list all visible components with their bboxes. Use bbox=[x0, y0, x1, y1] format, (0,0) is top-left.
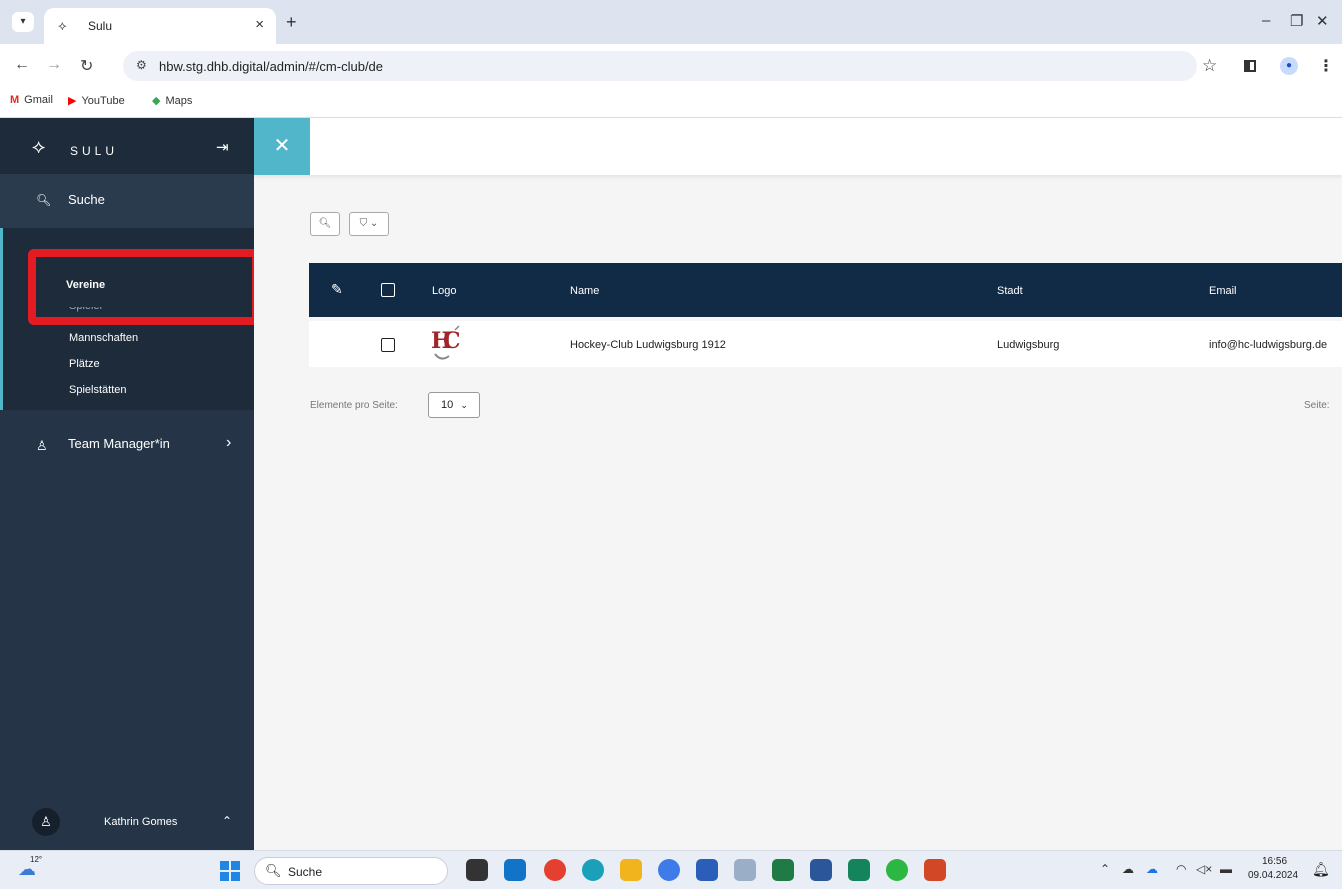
table-header: ✎ Logo Name Stadt Email bbox=[309, 263, 1342, 317]
youtube-icon: ▶ bbox=[68, 95, 77, 107]
onedrive-icon[interactable]: ☁ bbox=[1122, 862, 1134, 876]
store-icon[interactable] bbox=[696, 859, 718, 881]
window-close-icon[interactable]: ✕ bbox=[1316, 12, 1329, 30]
close-button[interactable]: ✕ bbox=[254, 118, 310, 175]
edge-icon[interactable] bbox=[582, 859, 604, 881]
reload-icon[interactable]: ↻ bbox=[80, 56, 93, 76]
club-name: Hockey-Club Ludwigsburg 1912 bbox=[570, 339, 726, 351]
chevron-up-icon[interactable]: ⌃ bbox=[222, 814, 232, 828]
back-icon[interactable]: ← bbox=[14, 56, 30, 74]
cloud-icon[interactable]: ☁ bbox=[1146, 862, 1158, 876]
new-tab-button[interactable]: + bbox=[286, 12, 297, 33]
tab-list-button[interactable]: ▾ bbox=[12, 12, 34, 32]
club-logo-image: H C bbox=[431, 325, 461, 360]
club-city: Ludwigsburg bbox=[997, 339, 1060, 351]
powerpoint-icon[interactable] bbox=[924, 859, 946, 881]
edit-pencil-icon[interactable]: ✎ bbox=[331, 281, 343, 298]
column-logo[interactable]: Logo bbox=[432, 285, 456, 297]
sidebar-item-team-manager[interactable]: Team Manager*in bbox=[68, 436, 170, 451]
weather-temp: 12° bbox=[30, 855, 43, 864]
sidebar-item-mannschaften[interactable]: Mannschaften bbox=[69, 332, 138, 344]
search-icon: 🔍︎ bbox=[36, 193, 52, 207]
profile-icon[interactable]: ● bbox=[1280, 57, 1298, 75]
file-explorer-icon[interactable] bbox=[620, 859, 642, 881]
filter-button[interactable]: ⛉ ⌄ bbox=[349, 212, 389, 236]
sulu-favicon-icon: ⟡ bbox=[58, 18, 67, 33]
outlook-icon[interactable] bbox=[504, 859, 526, 881]
column-name[interactable]: Name bbox=[570, 285, 599, 297]
search-label: Suche bbox=[68, 192, 105, 207]
browser-menu-icon[interactable]: ⋮ bbox=[1318, 56, 1334, 76]
search-icon: 🔍︎ bbox=[265, 863, 282, 878]
club-email: info@hc-ludwigsburg.de bbox=[1209, 339, 1328, 351]
chrome-icon[interactable] bbox=[544, 859, 566, 881]
chevron-right-icon[interactable]: › bbox=[226, 434, 231, 452]
url-field[interactable]: ⚙ hbw.stg.dhb.digital/admin/#/cm-club/de bbox=[123, 51, 1197, 81]
user-name: Kathrin Gomes bbox=[104, 816, 178, 828]
per-page-select[interactable]: 10 ⌄ bbox=[428, 392, 480, 418]
svg-text:C: C bbox=[443, 328, 461, 354]
bookmark-maps[interactable]: ◆ Maps bbox=[152, 94, 192, 107]
gmail-icon: M bbox=[10, 94, 20, 106]
logo-text: SULU bbox=[70, 144, 119, 158]
notification-bell-icon[interactable]: 🔔︎ bbox=[1312, 861, 1330, 878]
bookmark-youtube[interactable]: ▶ YouTube bbox=[68, 94, 125, 107]
battery-icon[interactable]: ▬ bbox=[1220, 862, 1232, 876]
highlight-box bbox=[28, 249, 260, 325]
per-page-label: Elemente pro Seite: bbox=[310, 400, 398, 411]
restore-icon[interactable]: ❐ bbox=[1290, 12, 1303, 30]
app-grid-icon[interactable] bbox=[734, 859, 756, 881]
tab-title: Sulu bbox=[88, 19, 113, 33]
whatsapp-icon[interactable] bbox=[886, 859, 908, 881]
select-all-checkbox[interactable] bbox=[381, 283, 395, 297]
collapse-sidebar-icon[interactable]: ⇥ bbox=[216, 138, 229, 156]
clock-time[interactable]: 16:56 bbox=[1262, 856, 1287, 867]
tray-overflow-icon[interactable]: ⌃ bbox=[1100, 862, 1110, 876]
wifi-icon[interactable]: ◠ bbox=[1176, 862, 1186, 876]
bookmark-star-icon[interactable]: ☆ bbox=[1202, 56, 1217, 76]
tab-close-icon[interactable]: × bbox=[255, 16, 264, 33]
table-row[interactable]: H C Hockey-Club Ludwigsburg 1912 Ludwigs… bbox=[309, 321, 1342, 367]
page-label: Seite: bbox=[1304, 400, 1330, 411]
sidebar-item-vereine[interactable]: Vereine bbox=[66, 279, 105, 291]
address-bar-row: ← → ↻ ⚙ hbw.stg.dhb.digital/admin/#/cm-c… bbox=[0, 44, 1342, 88]
task-view-icon[interactable] bbox=[466, 859, 488, 881]
sidebar-search[interactable]: 🔍︎ Suche bbox=[0, 174, 254, 228]
list-search-button[interactable]: 🔍︎ bbox=[310, 212, 340, 236]
column-stadt[interactable]: Stadt bbox=[997, 285, 1023, 297]
site-info-icon[interactable]: ⚙ bbox=[136, 58, 147, 72]
browser-tab[interactable]: ⟡ Sulu × bbox=[44, 8, 276, 44]
bookmarks-bar: M Gmail ▶ YouTube ◆ Maps bbox=[0, 88, 1342, 118]
sidebar-item-spielstaetten[interactable]: Spielstätten bbox=[69, 384, 126, 396]
sulu-logo-icon: ⟡ bbox=[32, 136, 46, 158]
windows-start-icon[interactable] bbox=[220, 861, 240, 881]
taskbar-search[interactable]: 🔍︎ Suche bbox=[254, 857, 448, 885]
taskbar-search-label: Suche bbox=[288, 865, 323, 879]
maps-icon: ◆ bbox=[152, 95, 161, 107]
os-taskbar: ☁ 12° 🔍︎ Suche ⌃ ☁ ☁ ◠ ◁× ▬ 16:56 09.04.… bbox=[0, 850, 1342, 889]
user-icon: ♙ bbox=[36, 438, 48, 453]
forward-icon[interactable]: → bbox=[46, 56, 62, 74]
column-email[interactable]: Email bbox=[1209, 285, 1237, 297]
row-checkbox[interactable] bbox=[381, 338, 395, 352]
bookmark-gmail[interactable]: M Gmail bbox=[10, 94, 53, 106]
url-text[interactable]: hbw.stg.dhb.digital/admin/#/cm-club/de bbox=[159, 59, 383, 74]
top-toolbar: ✕ bbox=[254, 118, 1342, 175]
main-content: ✕ 🔍︎ ⛉ ⌄ ✎ Logo Name Stadt Email H C Hoc… bbox=[254, 118, 1342, 850]
calculator-icon[interactable] bbox=[848, 859, 870, 881]
clock-date[interactable]: 09.04.2024 bbox=[1248, 870, 1298, 881]
copilot-icon[interactable] bbox=[658, 859, 680, 881]
user-row[interactable]: ♙ Kathrin Gomes ⌃ bbox=[0, 796, 254, 850]
sidebar-item-plaetze[interactable]: Plätze bbox=[69, 358, 100, 370]
volume-icon[interactable]: ◁× bbox=[1196, 862, 1212, 876]
word-icon[interactable] bbox=[810, 859, 832, 881]
logo-row: ⟡ SULU ⇥ bbox=[0, 118, 254, 174]
excel-icon[interactable] bbox=[772, 859, 794, 881]
chevron-down-icon: ⌄ bbox=[460, 400, 468, 410]
avatar: ♙ bbox=[32, 808, 60, 836]
browser-tab-bar: ▾ ⟡ Sulu × + – ❐ ✕ bbox=[0, 0, 1342, 44]
side-panel-icon[interactable] bbox=[1244, 60, 1256, 72]
minimize-icon[interactable]: – bbox=[1262, 12, 1270, 29]
sidebar: ⟡ SULU ⇥ 🔍︎ Suche Spieler Mannschaften P… bbox=[0, 118, 260, 850]
